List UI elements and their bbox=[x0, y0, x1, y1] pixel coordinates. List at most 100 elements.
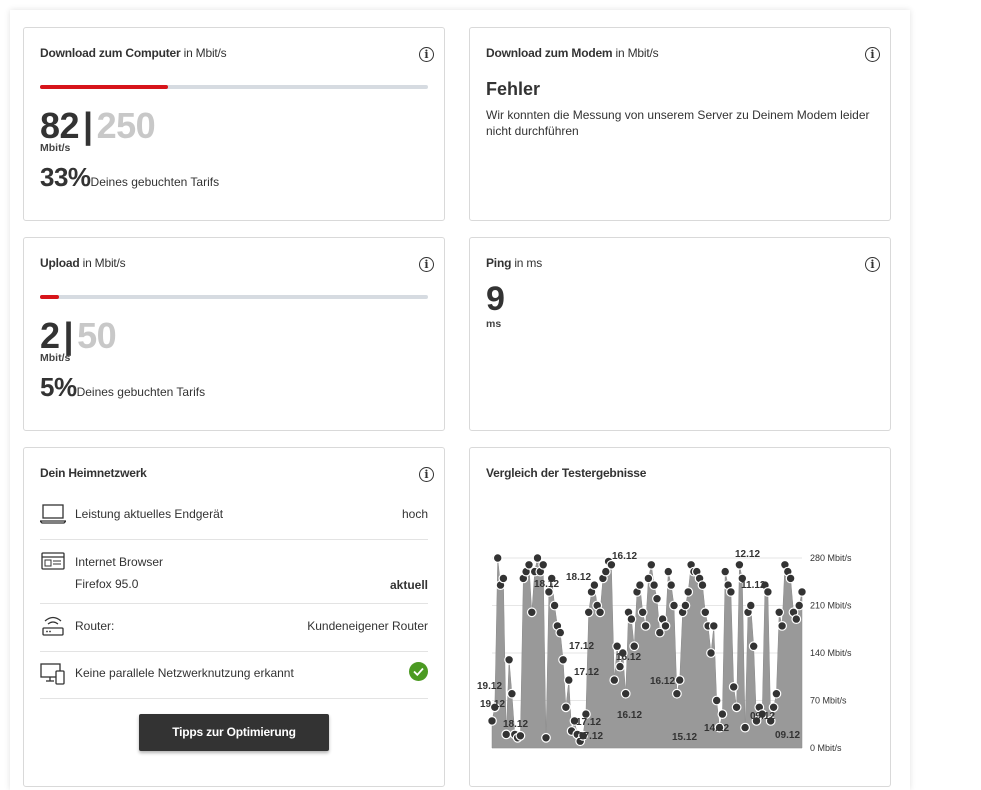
list-item-parallel-usage: Keine parallele Netzwerknutzung erkannt bbox=[40, 662, 428, 699]
data-point[interactable] bbox=[507, 688, 517, 699]
data-point[interactable] bbox=[549, 600, 560, 611]
y-tick-label: 0 Mbit/s bbox=[810, 743, 842, 753]
data-point[interactable] bbox=[640, 620, 651, 631]
point-date-label: 17.12 bbox=[576, 717, 601, 728]
devices-icon bbox=[40, 663, 65, 685]
point-date-label: 18.12 bbox=[534, 579, 559, 590]
info-icon[interactable]: i bbox=[419, 47, 434, 62]
router-icon bbox=[42, 616, 64, 636]
data-point[interactable] bbox=[697, 580, 708, 591]
data-point[interactable] bbox=[771, 688, 782, 699]
data-point[interactable] bbox=[674, 675, 685, 686]
row-sublabel: Firefox 95.0 bbox=[75, 577, 139, 591]
data-point[interactable] bbox=[526, 607, 537, 618]
row-label: Leistung aktuelles Endgerät bbox=[75, 507, 224, 521]
optimization-tips-button[interactable]: Tipps zur Optimierung bbox=[139, 714, 329, 751]
upload-value: 2 | 50 bbox=[40, 315, 117, 356]
data-point[interactable] bbox=[615, 661, 625, 672]
error-text: Wir konnten die Messung von unserem Serv… bbox=[486, 108, 870, 138]
data-point[interactable] bbox=[487, 716, 497, 726]
data-point[interactable] bbox=[558, 654, 568, 665]
data-point[interactable] bbox=[666, 580, 677, 591]
y-tick-label: 140 Mbit/s bbox=[810, 648, 852, 658]
data-point[interactable] bbox=[671, 688, 682, 699]
check-icon bbox=[409, 662, 428, 681]
data-point[interactable] bbox=[726, 586, 736, 597]
data-point[interactable] bbox=[748, 641, 759, 652]
home-network-card: Dein Heimnetzwerk i Leistung aktuelles E… bbox=[23, 447, 445, 787]
data-point[interactable] bbox=[609, 675, 620, 686]
data-point[interactable] bbox=[706, 648, 716, 658]
list-item-router: Router: Kundeneigener Router bbox=[40, 615, 428, 652]
info-icon[interactable]: i bbox=[865, 47, 880, 62]
data-point[interactable] bbox=[626, 614, 637, 625]
download-modem-title: Download zum Modem in Mbit/s bbox=[486, 46, 659, 60]
data-point[interactable] bbox=[794, 600, 805, 611]
data-point[interactable] bbox=[708, 620, 719, 631]
data-point[interactable] bbox=[629, 641, 640, 652]
data-point[interactable] bbox=[634, 580, 645, 591]
data-point[interactable] bbox=[504, 654, 514, 665]
info-icon[interactable]: i bbox=[419, 467, 434, 482]
home-network-title: Dein Heimnetzwerk bbox=[40, 466, 147, 480]
point-date-label: 16.12 bbox=[617, 710, 642, 721]
upload-progress-fill bbox=[40, 295, 60, 299]
info-icon[interactable]: i bbox=[419, 257, 434, 272]
data-point[interactable] bbox=[731, 702, 742, 713]
data-point[interactable] bbox=[660, 620, 671, 631]
data-point[interactable] bbox=[498, 573, 509, 584]
data-point[interactable] bbox=[589, 580, 600, 591]
comparison-card: Vergleich der Testergebnisse 280 Mbit/s 2… bbox=[469, 447, 891, 787]
ping-unit: ms bbox=[486, 318, 502, 330]
info-icon[interactable]: i bbox=[865, 257, 880, 272]
point-date-label: 18.12 bbox=[503, 719, 528, 730]
data-point[interactable] bbox=[711, 695, 722, 706]
data-point[interactable] bbox=[649, 580, 660, 591]
data-point[interactable] bbox=[700, 607, 711, 618]
data-point[interactable] bbox=[720, 566, 731, 577]
row-label: Keine parallele Netzwerknutzung erkannt bbox=[75, 666, 294, 680]
data-point[interactable] bbox=[595, 607, 606, 618]
data-point[interactable] bbox=[728, 681, 739, 692]
row-value: hoch bbox=[401, 507, 428, 521]
data-point[interactable] bbox=[774, 607, 785, 618]
download-modem-card: Download zum Modem in Mbit/s i Fehler Wi… bbox=[469, 27, 891, 221]
data-point[interactable] bbox=[646, 559, 657, 570]
data-point[interactable] bbox=[538, 559, 549, 570]
data-point[interactable] bbox=[777, 620, 788, 631]
data-point[interactable] bbox=[663, 566, 674, 577]
data-point[interactable] bbox=[683, 586, 694, 597]
point-date-label: 12.12 bbox=[735, 549, 760, 560]
data-point[interactable] bbox=[745, 600, 756, 611]
data-point[interactable] bbox=[560, 702, 571, 713]
data-point[interactable] bbox=[740, 722, 751, 733]
download-value: 82 | 250 bbox=[40, 105, 156, 146]
data-point[interactable] bbox=[669, 600, 679, 611]
data-point[interactable] bbox=[541, 732, 551, 743]
data-point[interactable] bbox=[797, 586, 807, 597]
data-point[interactable] bbox=[515, 730, 526, 741]
row-label: Internet Browser bbox=[75, 555, 164, 569]
data-point[interactable] bbox=[785, 573, 796, 584]
data-point[interactable] bbox=[680, 600, 691, 611]
data-point[interactable] bbox=[652, 593, 662, 604]
row-value: aktuell bbox=[389, 578, 428, 592]
ping-title: Ping in ms bbox=[486, 256, 543, 270]
point-date-label: 17.12 bbox=[578, 731, 603, 742]
data-point[interactable] bbox=[734, 559, 745, 570]
data-point[interactable] bbox=[791, 614, 802, 625]
row-value: Kundeneigener Router bbox=[307, 619, 428, 633]
data-point[interactable] bbox=[563, 675, 574, 686]
data-point[interactable] bbox=[555, 627, 566, 638]
data-point[interactable] bbox=[583, 607, 594, 618]
data-point[interactable] bbox=[501, 729, 512, 740]
ping-value: 9 bbox=[486, 280, 505, 318]
point-date-label: 11.12 bbox=[741, 580, 766, 591]
browser-icon bbox=[41, 552, 65, 570]
data-point[interactable] bbox=[637, 607, 648, 618]
data-point[interactable] bbox=[620, 688, 631, 699]
data-point[interactable] bbox=[492, 553, 503, 563]
download-computer-title: Download zum Computer in Mbit/s bbox=[40, 46, 227, 60]
data-point[interactable] bbox=[717, 709, 728, 720]
ping-card: Ping in ms i 9 ms bbox=[469, 237, 891, 431]
